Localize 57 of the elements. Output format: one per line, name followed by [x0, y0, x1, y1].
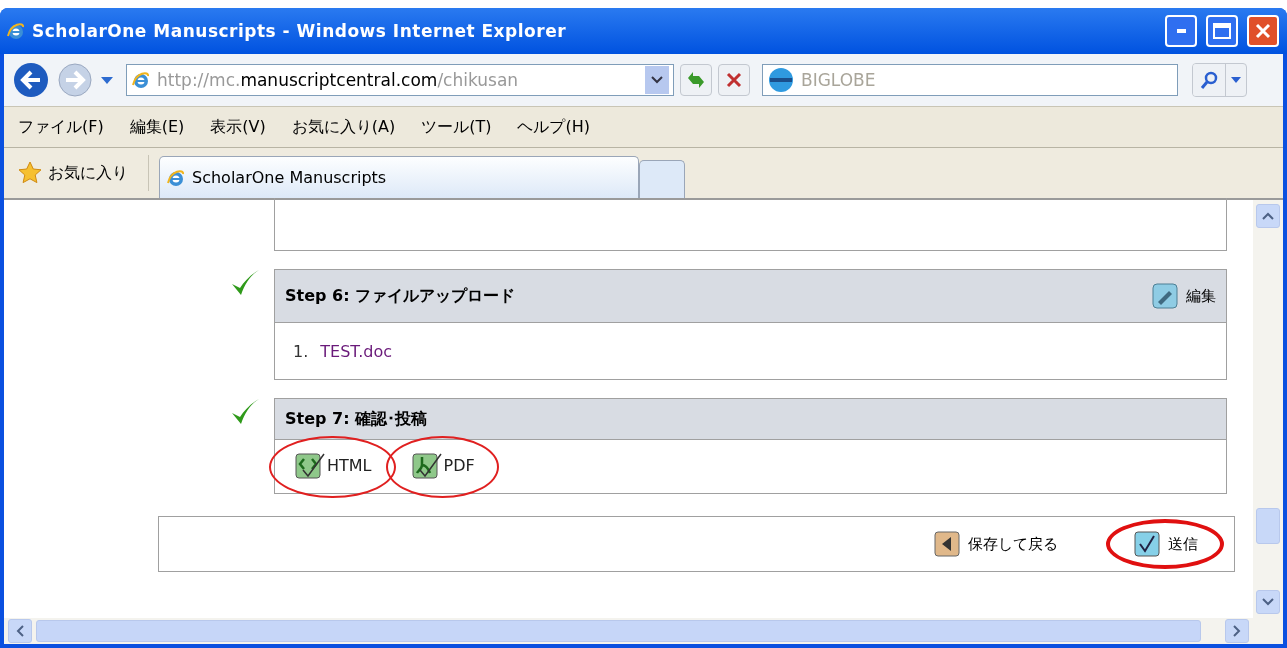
proof-check-icon: [411, 451, 442, 480]
stop-button[interactable]: [718, 64, 750, 96]
refresh-button[interactable]: [680, 64, 712, 96]
menu-item[interactable]: 編集(E): [129, 116, 185, 138]
save-and-back-button[interactable]: 保存して戻る: [934, 531, 1058, 557]
step-title: Step 6: ファイルアップロード: [285, 285, 517, 307]
menu-item[interactable]: 表示(V): [210, 116, 266, 138]
maximize-button[interactable]: [1206, 15, 1238, 47]
scroll-up-button[interactable]: [1256, 204, 1280, 228]
back-button[interactable]: [12, 61, 50, 99]
menu-item[interactable]: ヘルプ(H): [517, 116, 590, 138]
submit-button[interactable]: 送信: [1134, 531, 1198, 557]
html-proof-link[interactable]: HTML: [295, 449, 372, 482]
scroll-right-button[interactable]: [1225, 619, 1249, 643]
menu-item[interactable]: お気に入り(A): [291, 116, 396, 138]
ie-logo-icon: [131, 70, 151, 90]
ie-logo-icon: [166, 167, 186, 188]
window-title: ScholarOne Manuscripts - Windows Internet Explorer: [32, 21, 568, 41]
new-tab-button[interactable]: [639, 160, 685, 198]
minimize-icon: [1176, 29, 1186, 33]
chevron-down-icon: [651, 76, 663, 84]
checkmark-icon: [1134, 531, 1160, 557]
dropdown-arrow-icon[interactable]: [100, 75, 114, 85]
scroll-down-button[interactable]: [1256, 590, 1280, 614]
forward-button[interactable]: [56, 61, 94, 99]
dropdown-button[interactable]: [645, 66, 669, 94]
scrollbar-thumb[interactable]: [1256, 508, 1280, 544]
close-button[interactable]: [1247, 15, 1279, 47]
close-icon: [1255, 23, 1271, 39]
search-icon: [1199, 70, 1219, 90]
chevron-up-icon: [1262, 212, 1274, 220]
scroll-left-button[interactable]: [8, 619, 32, 643]
menu-item[interactable]: ファイル(F): [18, 116, 104, 138]
maximize-icon: [1213, 23, 1231, 39]
file-link[interactable]: TEST.doc: [320, 341, 392, 361]
chevron-down-icon: [1262, 598, 1274, 606]
refresh-icon: [685, 70, 707, 90]
globe-icon: [768, 67, 794, 93]
pdf-proof-link[interactable]: PDF: [411, 449, 475, 482]
favorites-button[interactable]: お気に入り: [14, 155, 149, 191]
chevron-left-icon: [16, 625, 24, 637]
star-icon: [18, 161, 42, 185]
pencil-icon: [1152, 283, 1178, 309]
proof-check-icon: [295, 451, 325, 480]
edit-link[interactable]: 編集: [1152, 283, 1216, 309]
address-field[interactable]: http://mc.manuscriptcentral.com/chikusan: [126, 64, 674, 96]
browser-tab[interactable]: ScholarOne Manuscripts: [159, 156, 639, 198]
minimize-button[interactable]: [1165, 15, 1197, 47]
dropdown-arrow-icon: [1231, 77, 1241, 83]
search-field[interactable]: BIGLOBE: [762, 64, 1178, 96]
ie-logo-icon: [6, 21, 26, 41]
scrollbar-thumb[interactable]: [36, 620, 1201, 642]
list-number: 1.: [293, 341, 309, 361]
menu-item[interactable]: ツール(T): [421, 116, 492, 138]
chevron-right-icon: [1233, 625, 1241, 637]
stop-icon: [725, 71, 743, 89]
step-title: Step 7: 確認･投稿: [285, 408, 429, 430]
